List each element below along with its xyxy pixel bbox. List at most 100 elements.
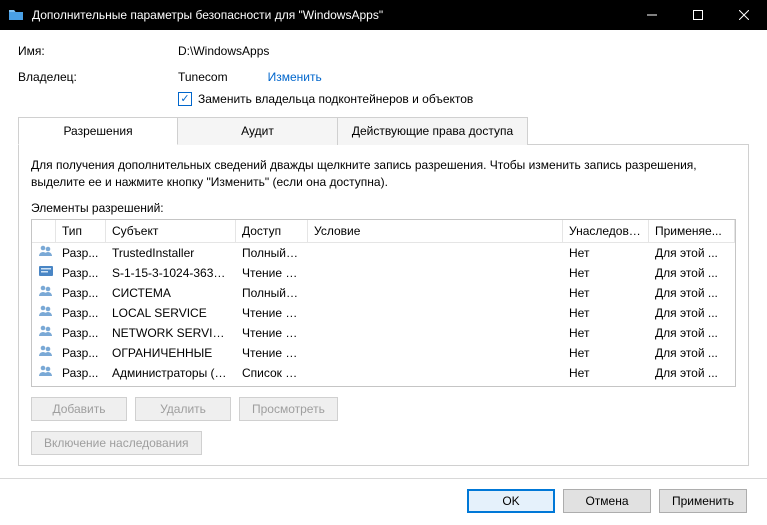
cell-type: Разр... — [56, 342, 106, 364]
cell-subject: ОГРАНИЧЕННЫЕ — [106, 342, 236, 364]
folder-icon — [8, 7, 24, 23]
principal-icon — [38, 283, 54, 299]
footer-buttons: OK Отмена Применить — [18, 489, 749, 513]
name-label: Имя: — [18, 44, 178, 58]
owner-label: Владелец: — [18, 70, 178, 84]
principal-icon — [38, 243, 54, 259]
col-condition-header[interactable]: Условие — [308, 220, 563, 242]
list-header: Тип Субъект Доступ Условие Унаследова...… — [32, 220, 735, 243]
principal-icon — [38, 323, 54, 339]
cell-type: Разр... — [56, 282, 106, 304]
cell-subject: TrustedInstaller — [106, 243, 236, 264]
cell-applies: Для этой ... — [649, 342, 735, 364]
cell-type: Разр... — [56, 243, 106, 264]
principal-icon — [38, 303, 54, 319]
table-row[interactable]: Разр...S-1-15-3-1024-363528...Чтение и .… — [32, 263, 735, 283]
name-row: Имя: D:\WindowsApps — [18, 44, 749, 58]
permissions-panel: Для получения дополнительных сведений дв… — [18, 145, 749, 466]
cell-inherited: Нет — [563, 322, 649, 344]
table-row[interactable]: Разр...LOCAL SERVICEЧтение и ... НетДля э… — [32, 303, 735, 323]
cell-subject: СИСТЕМА — [106, 282, 236, 304]
tab-audit[interactable]: Аудит — [178, 117, 338, 145]
col-inherited-header[interactable]: Унаследова... — [563, 220, 649, 242]
cell-condition — [308, 289, 563, 297]
cell-applies: Для этой ... — [649, 302, 735, 324]
cell-applies: Для этой ... — [649, 322, 735, 344]
replace-owner-checkbox[interactable]: ✓ — [178, 92, 192, 106]
principal-icon — [38, 263, 54, 279]
cell-condition — [308, 269, 563, 277]
cell-type: Разр... — [56, 322, 106, 344]
name-value: D:\WindowsApps — [178, 44, 269, 58]
separator — [0, 478, 767, 479]
cell-condition — [308, 369, 563, 377]
table-row[interactable]: Разр...TrustedInstallerПолный д... НетДля… — [32, 243, 735, 263]
inherit-buttons: Включение наследования — [31, 431, 736, 455]
add-button[interactable]: Добавить — [31, 397, 127, 421]
cell-inherited: Нет — [563, 262, 649, 284]
tabs: Разрешения Аудит Действующие права досту… — [18, 116, 749, 145]
cell-inherited: Нет — [563, 362, 649, 383]
titlebar: Дополнительные параметры безопасности дл… — [0, 0, 767, 30]
cell-subject: LOCAL SERVICE — [106, 302, 236, 324]
col-access-header[interactable]: Доступ — [236, 220, 308, 242]
panel-description: Для получения дополнительных сведений дв… — [31, 157, 736, 191]
cell-applies: Для этой ... — [649, 243, 735, 264]
table-row[interactable]: Разр...NETWORK SERVICEЧтение и ... НетДля… — [32, 323, 735, 343]
cell-access: Полный д... — [236, 282, 308, 304]
view-button[interactable]: Просмотреть — [239, 397, 338, 421]
cell-access: Чтение и ... — [236, 302, 308, 324]
col-applies-header[interactable]: Применяе... — [649, 220, 735, 242]
ok-button[interactable]: OK — [467, 489, 555, 513]
table-row[interactable]: Разр...ОГРАНИЧЕННЫЕЧтение и ... НетДля эт… — [32, 343, 735, 363]
cell-access: Чтение и ... — [236, 342, 308, 364]
cell-access: Полный д... — [236, 243, 308, 264]
cell-subject: Администраторы (DE... — [106, 362, 236, 383]
list-label: Элементы разрешений: — [31, 201, 736, 215]
cell-applies: Для этой ... — [649, 262, 735, 284]
cell-applies: Для этой ... — [649, 282, 735, 304]
minimize-button[interactable] — [629, 0, 675, 30]
enable-inheritance-button[interactable]: Включение наследования — [31, 431, 202, 455]
cell-inherited: Нет — [563, 282, 649, 304]
cell-subject: NETWORK SERVICE — [106, 322, 236, 344]
tab-effective-access[interactable]: Действующие права доступа — [338, 117, 528, 145]
tab-permissions[interactable]: Разрешения — [18, 117, 178, 145]
maximize-button[interactable] — [675, 0, 721, 30]
principal-icon — [38, 363, 54, 379]
cell-applies: Для этой ... — [649, 362, 735, 383]
owner-value: Tunecom — [178, 70, 228, 84]
window-title: Дополнительные параметры безопасности дл… — [32, 8, 629, 22]
cell-condition — [308, 249, 563, 257]
apply-button[interactable]: Применить — [659, 489, 747, 513]
table-row[interactable]: Разр...Администраторы (DE...Список с... Н… — [32, 363, 735, 383]
window-controls — [629, 0, 767, 30]
cell-type: Разр... — [56, 302, 106, 324]
principal-icon — [38, 343, 54, 359]
cell-condition — [308, 329, 563, 337]
owner-row: Владелец: Tunecom Изменить — [18, 70, 749, 84]
permissions-list[interactable]: Тип Субъект Доступ Условие Унаследова...… — [31, 219, 736, 387]
cell-inherited: Нет — [563, 243, 649, 264]
close-button[interactable] — [721, 0, 767, 30]
cell-inherited: Нет — [563, 302, 649, 324]
cell-condition — [308, 309, 563, 317]
cell-access: Чтение и ... — [236, 262, 308, 284]
cell-inherited: Нет — [563, 342, 649, 364]
cell-type: Разр... — [56, 362, 106, 383]
cell-access: Чтение и ... — [236, 322, 308, 344]
cell-subject: S-1-15-3-1024-363528... — [106, 262, 236, 284]
cell-condition — [308, 349, 563, 357]
remove-button[interactable]: Удалить — [135, 397, 231, 421]
col-icon-header[interactable] — [32, 220, 56, 242]
change-owner-link[interactable]: Изменить — [268, 70, 322, 84]
content: Имя: D:\WindowsApps Владелец: Tunecom Из… — [0, 30, 767, 525]
replace-owner-row: ✓ Заменить владельца подконтейнеров и об… — [178, 92, 749, 106]
table-row[interactable]: Разр...СИСТЕМАПолный д... НетДля этой ... — [32, 283, 735, 303]
cell-type: Разр... — [56, 262, 106, 284]
col-type-header[interactable]: Тип — [56, 220, 106, 242]
cancel-button[interactable]: Отмена — [563, 489, 651, 513]
list-buttons: Добавить Удалить Просмотреть — [31, 397, 736, 421]
cell-access: Список с... — [236, 362, 308, 383]
col-subject-header[interactable]: Субъект — [106, 220, 236, 242]
